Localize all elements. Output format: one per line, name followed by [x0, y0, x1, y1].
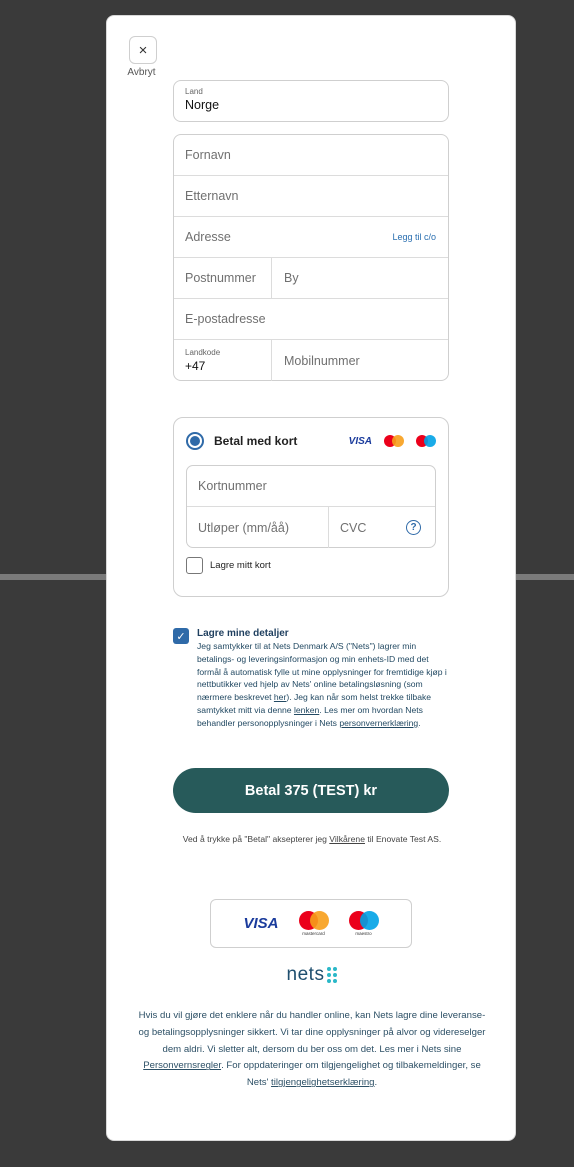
- consent-body: Jeg samtykker til at Nets Denmark A/S ("…: [197, 640, 451, 730]
- first-name-placeholder: Fornavn: [185, 148, 231, 162]
- maestro-logo-icon: maestro: [348, 911, 379, 936]
- country-code-value: +47: [185, 359, 206, 373]
- footer-text-part: Hvis du vil gjøre det enklere når du han…: [138, 1010, 486, 1055]
- last-name-placeholder: Etternavn: [185, 189, 239, 203]
- city-placeholder: By: [284, 271, 299, 285]
- country-select[interactable]: Land Norge: [173, 80, 449, 122]
- save-details-consent: ✓ Lagre mine detaljer Jeg samtykker til …: [173, 628, 451, 730]
- country-code-label: Landkode: [185, 348, 221, 357]
- card-number-placeholder: Kortnummer: [198, 479, 267, 493]
- terms-text: Ved å trykke på "Betal" aksepterer jeg V…: [107, 834, 515, 844]
- accessibility-statement-link[interactable]: tilgjengelighetserklæring: [271, 1077, 374, 1088]
- first-name-field[interactable]: Fornavn: [174, 135, 448, 176]
- cvc-field[interactable]: CVC ?: [329, 507, 435, 548]
- footer-info: Hvis du vil gjøre det enklere når du han…: [137, 1008, 487, 1092]
- expiry-placeholder: Utløper (mm/åå): [198, 520, 289, 535]
- mastercard-icon: [384, 435, 404, 447]
- add-co-link[interactable]: Legg til c/o: [392, 232, 436, 242]
- card-fields: Kortnummer Utløper (mm/åå) CVC ?: [186, 465, 436, 548]
- country-label: Land: [185, 87, 203, 96]
- city-field[interactable]: By: [272, 258, 448, 298]
- privacy-policy-link[interactable]: personvernerklæring: [339, 718, 418, 728]
- consent-link-lenken[interactable]: lenken: [294, 705, 319, 715]
- visa-icon: VISA: [348, 435, 372, 447]
- mastercard-logo-icon: mastercard: [298, 911, 329, 936]
- maestro-caption: maestro: [355, 931, 372, 936]
- expiry-field[interactable]: Utløper (mm/åå): [187, 507, 329, 548]
- consent-text-part: .: [418, 717, 421, 728]
- postcode-field[interactable]: Postnummer: [174, 258, 272, 298]
- accepted-brands: VISA mastercard maestro: [210, 899, 412, 948]
- footer-text-part: .: [374, 1077, 378, 1089]
- consent-link-her[interactable]: her: [274, 692, 286, 702]
- nets-logo-text: nets: [286, 964, 325, 985]
- expiry-cvc-row: Utløper (mm/åå) CVC ?: [187, 507, 435, 548]
- save-card-label: Lagre mitt kort: [210, 560, 271, 571]
- last-name-field[interactable]: Etternavn: [174, 176, 448, 217]
- country-value: Norge: [185, 98, 220, 112]
- nets-logo: nets: [107, 964, 515, 986]
- card-logos: VISA: [349, 435, 436, 447]
- address-placeholder: Adresse: [185, 230, 231, 244]
- pay-with-card-label: Betal med kort: [214, 434, 298, 448]
- terms-suffix: til Enovate Test AS.: [364, 834, 442, 844]
- close-icon: ×: [138, 41, 148, 59]
- nets-dots-icon: [327, 967, 338, 983]
- mastercard-orange-circle: [392, 435, 404, 447]
- card-radio-button[interactable]: [186, 432, 204, 450]
- pay-with-card-option[interactable]: Betal med kort: [186, 432, 297, 450]
- cvc-placeholder: CVC: [340, 520, 367, 535]
- save-card-checkbox[interactable]: [186, 557, 203, 574]
- help-icon[interactable]: ?: [406, 520, 421, 535]
- mastercard-logo-orange: [309, 911, 329, 930]
- email-field[interactable]: E-postadresse: [174, 299, 448, 340]
- email-placeholder: E-postadresse: [185, 312, 266, 326]
- mobile-field[interactable]: Mobilnummer: [272, 340, 448, 381]
- mobile-placeholder: Mobilnummer: [284, 353, 360, 368]
- maestro-logo-blue: [359, 911, 379, 930]
- address-form: Fornavn Etternavn Adresse Legg til c/o P…: [173, 134, 449, 381]
- phone-row: Landkode +47 Mobilnummer: [174, 340, 448, 381]
- terms-link[interactable]: Vilkårene: [329, 834, 365, 844]
- checkout-modal: × Avbryt Land Norge Fornavn Etternavn Ad…: [106, 15, 516, 1141]
- save-details-title: Lagre mine detaljer: [197, 628, 289, 639]
- address-field[interactable]: Adresse Legg til c/o: [174, 217, 448, 258]
- privacy-rules-link[interactable]: Personvernsregler: [143, 1060, 221, 1071]
- close-label: Avbryt: [127, 67, 156, 78]
- terms-prefix: Ved å trykke på "Betal" aksepterer jeg: [182, 834, 330, 844]
- visa-logo-icon: VISA: [243, 915, 279, 932]
- close-button[interactable]: ×: [129, 36, 157, 64]
- maestro-icon: [416, 435, 436, 447]
- country-code-field[interactable]: Landkode +47: [174, 340, 272, 381]
- card-payment-section: Betal med kort VISA Kortnummer Utløper (…: [173, 417, 449, 597]
- postcode-placeholder: Postnummer: [185, 271, 256, 285]
- mastercard-caption: mastercard: [302, 931, 325, 936]
- postcode-city-row: Postnummer By: [174, 258, 448, 299]
- card-number-field[interactable]: Kortnummer: [187, 466, 435, 507]
- save-details-checkbox[interactable]: ✓: [173, 628, 189, 644]
- save-card-option[interactable]: Lagre mitt kort: [186, 557, 271, 574]
- maestro-blue-circle: [424, 435, 436, 447]
- radio-selected-dot: [190, 436, 200, 446]
- close-control[interactable]: × Avbryt: [127, 36, 159, 78]
- checkmark-icon: ✓: [176, 630, 186, 643]
- pay-button[interactable]: Betal 375 (TEST) kr: [173, 768, 449, 813]
